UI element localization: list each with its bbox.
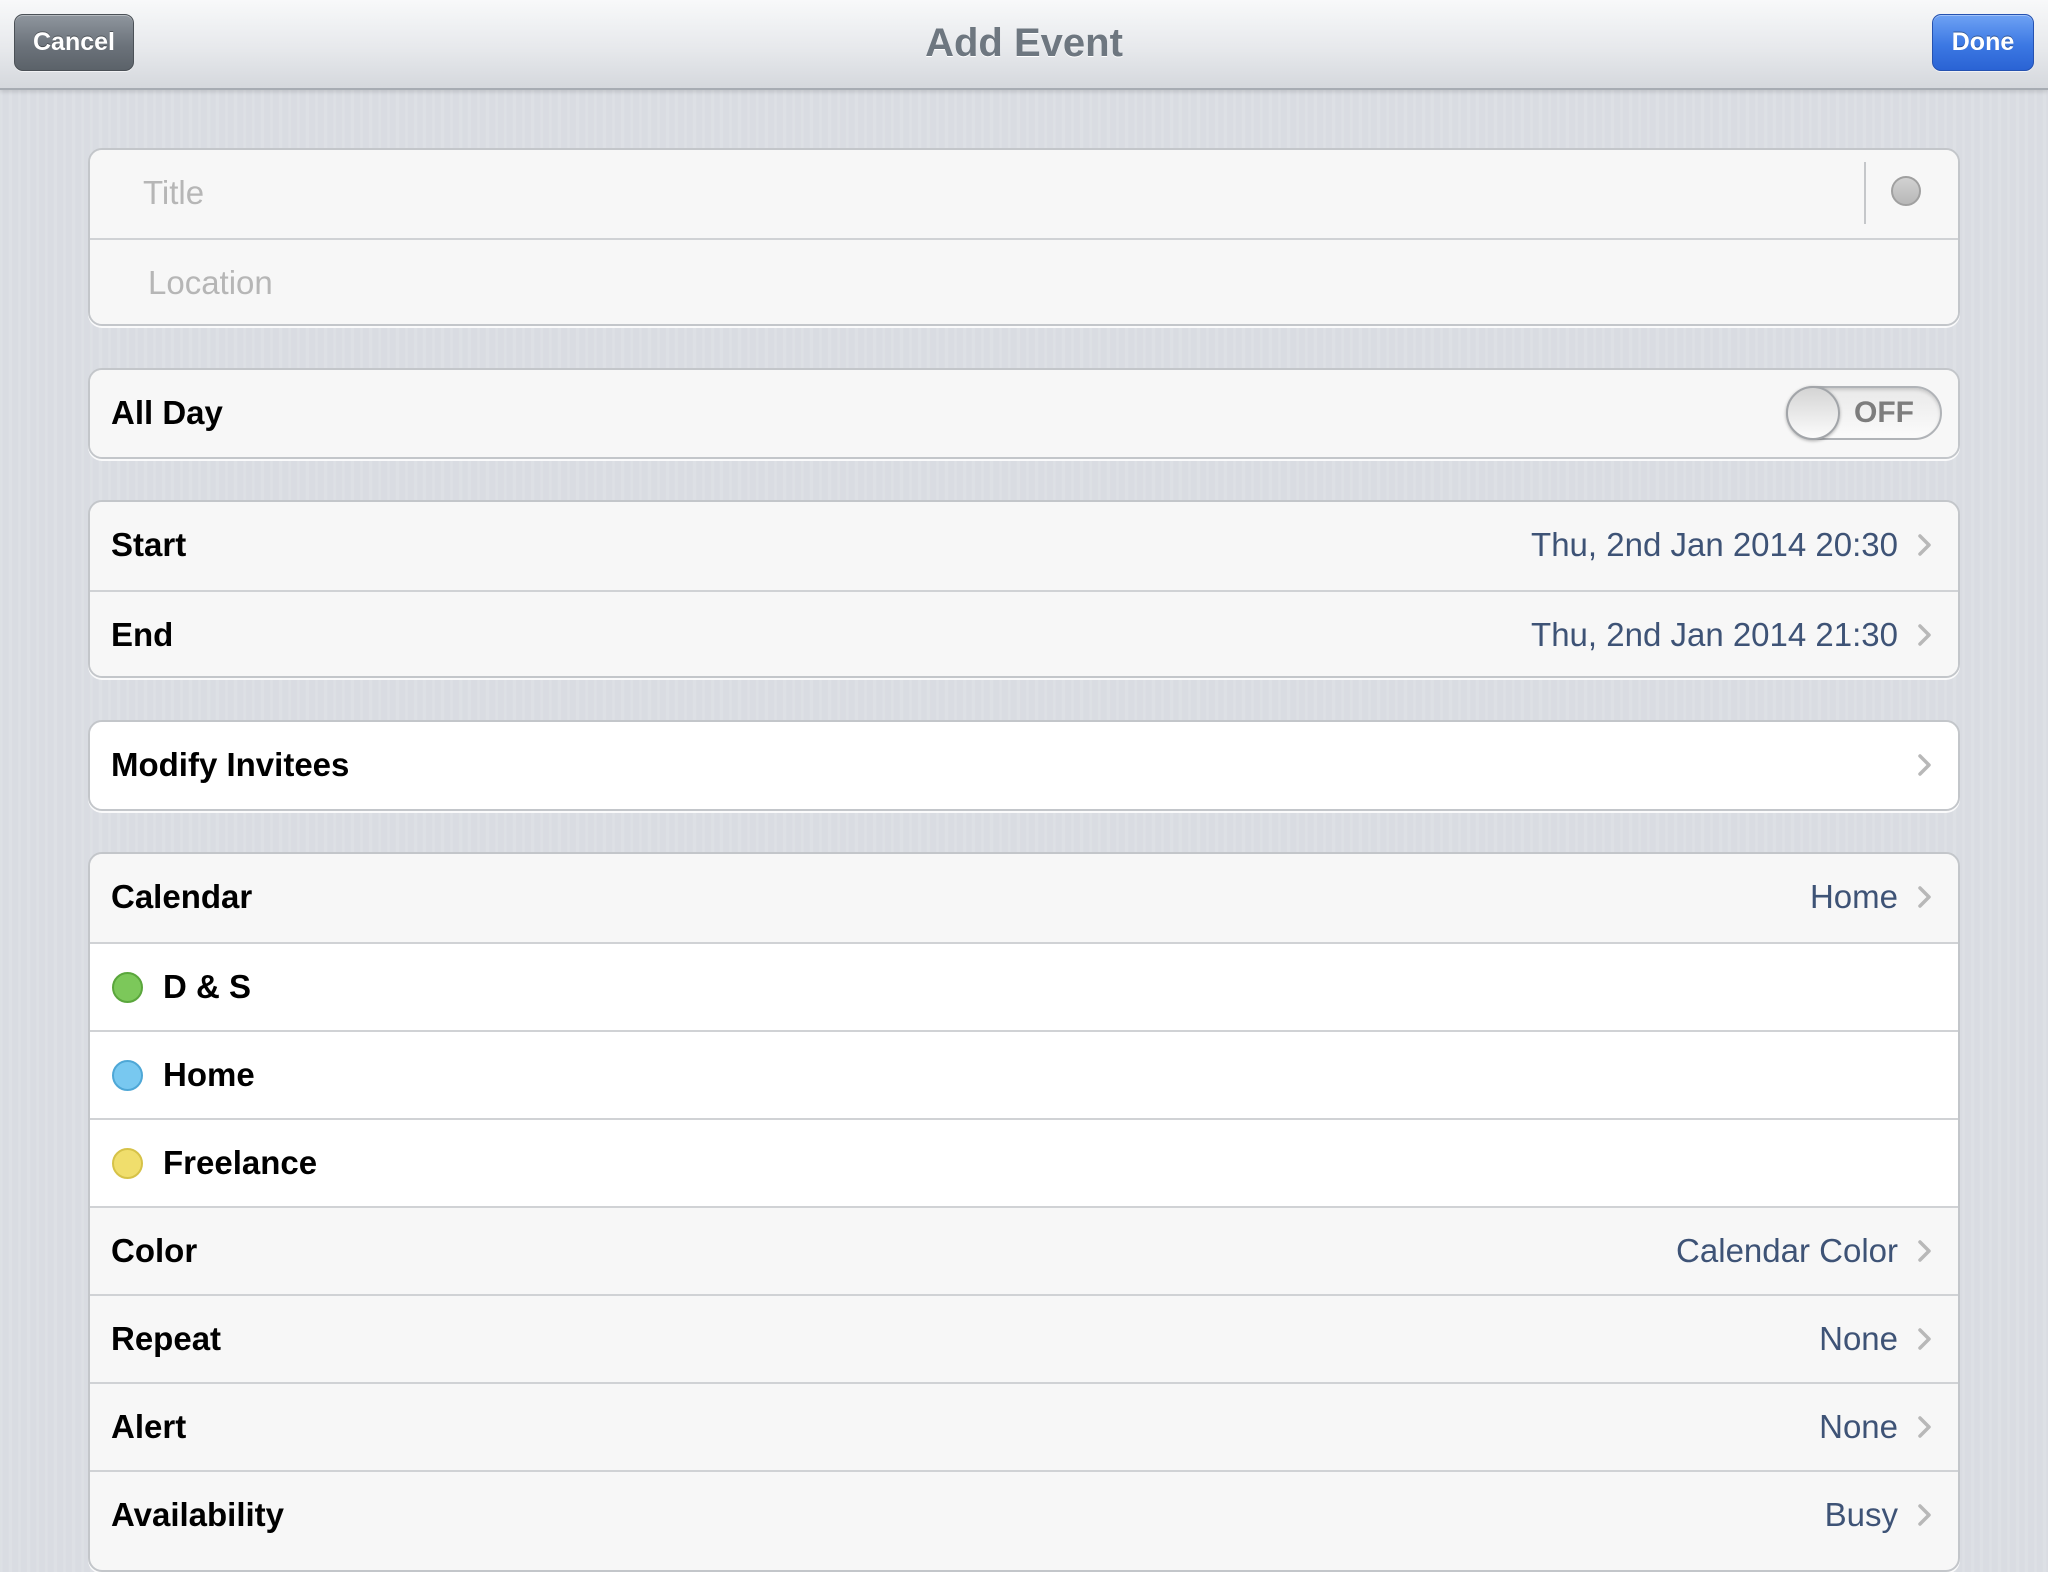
chevron-right-icon [1918,624,1931,646]
chevron-right-icon [1918,1328,1931,1350]
calendar-option-ds[interactable]: D & S [90,942,1958,1030]
alert-value: None [1819,1408,1898,1445]
availability-label: Availability [111,1496,285,1533]
event-fields-section: Title Location [88,148,1960,326]
chevron-right-icon [1918,1504,1931,1526]
color-value: Calendar Color [1676,1232,1898,1269]
calendar-color-dot-icon [112,972,143,1003]
availability-row[interactable]: Availability Busy [90,1470,1958,1558]
availability-value: Busy [1824,1496,1898,1533]
calendar-color-dot-icon [112,1148,143,1179]
calendar-option-label: Freelance [163,1144,318,1181]
calendar-value: Home [1809,878,1898,915]
event-color-icon[interactable] [1891,176,1921,206]
title-divider [1864,162,1866,224]
calendar-option-label: D & S [163,968,252,1005]
page-title: Add Event [925,21,1123,65]
color-row[interactable]: Color Calendar Color [90,1206,1958,1294]
chevron-right-icon [1918,754,1931,776]
invitees-section: Modify Invitees [88,720,1960,811]
calendar-option-freelance[interactable]: Freelance [90,1118,1958,1206]
start-row[interactable]: Start Thu, 2nd Jan 2014 20:30 [90,502,1958,590]
all-day-label: All Day [111,394,223,431]
modify-invitees-label: Modify Invitees [111,746,350,783]
toggle-knob[interactable] [1786,386,1840,440]
end-value: Thu, 2nd Jan 2014 21:30 [1531,616,1898,653]
all-day-toggle[interactable]: OFF [1786,386,1942,440]
end-label: End [111,616,174,653]
calendar-option-home[interactable]: Home [90,1030,1958,1118]
location-row[interactable]: Location [90,238,1958,324]
chevron-right-icon [1918,886,1931,908]
navigation-bar: Cancel Add Event Done [0,0,2048,90]
repeat-value: None [1819,1320,1898,1357]
alert-row[interactable]: Alert None [90,1382,1958,1470]
done-button[interactable]: Done [1932,14,2034,71]
toggle-state-text: OFF [1854,396,1914,429]
calendar-color-dot-icon [112,1060,143,1091]
calendar-option-label: Home [163,1056,255,1093]
location-input[interactable]: Location [148,240,273,324]
title-row[interactable]: Title [90,150,1958,238]
chevron-right-icon [1918,1416,1931,1438]
calendar-row[interactable]: Calendar Home [90,854,1958,942]
start-label: Start [111,526,187,563]
repeat-label: Repeat [111,1320,222,1357]
time-section: Start Thu, 2nd Jan 2014 20:30 End Thu, 2… [88,500,1960,678]
all-day-row: All Day OFF [90,370,1958,457]
modify-invitees-row[interactable]: Modify Invitees [90,722,1958,809]
repeat-row[interactable]: Repeat None [90,1294,1958,1382]
end-row[interactable]: End Thu, 2nd Jan 2014 21:30 [90,590,1958,676]
color-label: Color [111,1232,198,1269]
chevron-right-icon [1918,534,1931,556]
calendar-label: Calendar [111,878,253,915]
all-day-section: All Day OFF [88,368,1960,459]
start-value: Thu, 2nd Jan 2014 20:30 [1531,526,1898,563]
chevron-right-icon [1918,1240,1931,1262]
alert-label: Alert [111,1408,187,1445]
title-input[interactable]: Title [143,150,204,236]
settings-section: Calendar Home D & S Home Freelance Color… [88,852,1960,1572]
